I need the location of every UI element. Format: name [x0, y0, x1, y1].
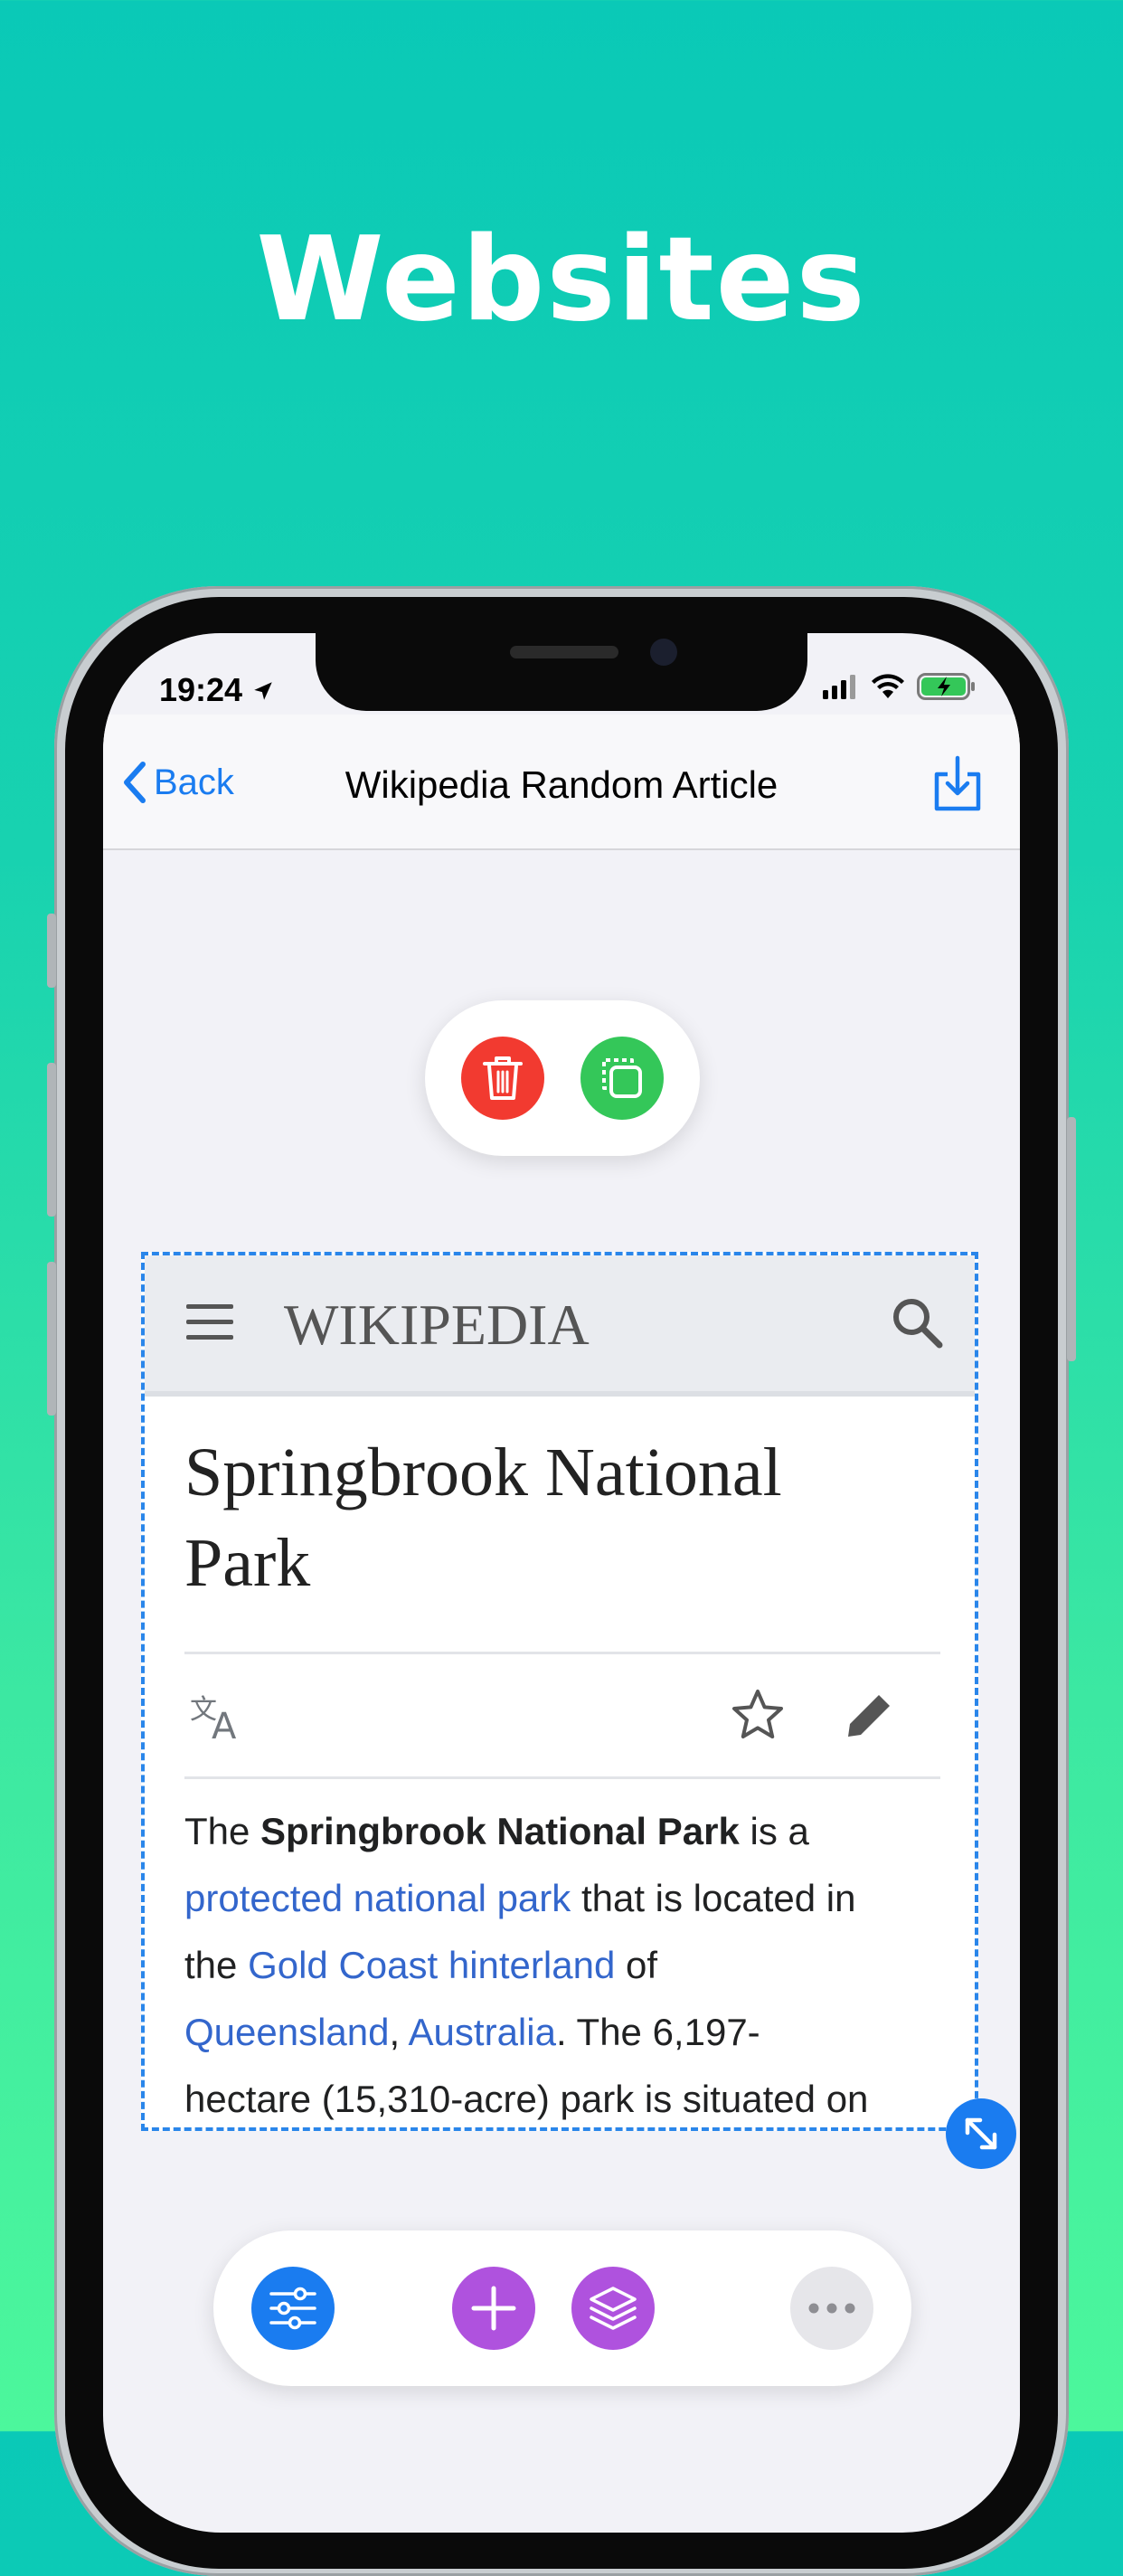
download-button[interactable]: [931, 754, 984, 817]
adjust-button[interactable]: [251, 2267, 335, 2350]
link-queensland[interactable]: Queensland: [184, 2011, 390, 2053]
phone-power-button: [1067, 1117, 1076, 1361]
phone-screen: 19:24 Back Wikipedia Random Article WIKI…: [103, 633, 1020, 2533]
location-arrow-icon: [254, 682, 272, 700]
actions-divider: [184, 1776, 940, 1779]
layers-button[interactable]: [571, 2267, 655, 2350]
pencil-icon: [848, 1691, 893, 1737]
wifi-icon: [872, 674, 904, 698]
phone-silent-switch: [47, 914, 56, 988]
link-gold-coast-hinterland[interactable]: Gold Coast hinterland: [248, 1944, 615, 1986]
status-time: 19:24: [159, 671, 275, 709]
more-button[interactable]: [790, 2267, 873, 2350]
navigation-bar: Back Wikipedia Random Article: [103, 715, 1020, 850]
article-title: Springbrook National Park: [184, 1435, 782, 1601]
duplicate-button[interactable]: [580, 1037, 664, 1120]
search-icon: [893, 1299, 943, 1349]
status-icons: [823, 673, 977, 700]
wikipedia-logo: WIKIPEDIA: [284, 1293, 590, 1357]
add-button[interactable]: [452, 2267, 535, 2350]
status-bar: 19:24: [103, 633, 1020, 715]
battery-charging-icon: [917, 673, 975, 700]
trash-icon: [483, 1056, 523, 1100]
wikipedia-header: WIKIPEDIA: [145, 1255, 975, 1397]
plus-icon: [471, 2286, 516, 2331]
link-australia[interactable]: Australia: [409, 2011, 556, 2053]
download-icon: [934, 755, 981, 811]
title-divider: [184, 1652, 940, 1654]
translate-icon: 文 A: [190, 1694, 237, 1744]
svg-text:A: A: [212, 1706, 237, 1744]
star-icon: [732, 1690, 783, 1738]
hamburger-menu-icon: [186, 1304, 233, 1340]
ellipsis-icon: [808, 2303, 855, 2314]
resize-handle[interactable]: [946, 2098, 1016, 2169]
phone-volume-up-button: [47, 1063, 56, 1217]
layers-icon: [590, 2287, 637, 2330]
headline: Websites: [256, 213, 867, 347]
phone-volume-down-button: [47, 1262, 56, 1416]
duplicate-icon: [602, 1058, 642, 1098]
page-title: Wikipedia Random Article: [344, 763, 779, 806]
cellular-signal-icon: [823, 675, 855, 699]
resize-icon: [965, 2117, 997, 2150]
selection-actions-pill: [425, 1000, 700, 1156]
sliders-icon: [269, 2287, 316, 2330]
link-protected-national-park[interactable]: protected national park: [184, 1877, 571, 1919]
delete-button[interactable]: [461, 1037, 544, 1120]
article-body: The Springbrook National Park is a prote…: [184, 1810, 869, 2120]
bottom-toolbar: [213, 2230, 911, 2386]
web-clip-selection[interactable]: WIKIPEDIA Springbrook National Park 文 A …: [141, 1252, 978, 2131]
